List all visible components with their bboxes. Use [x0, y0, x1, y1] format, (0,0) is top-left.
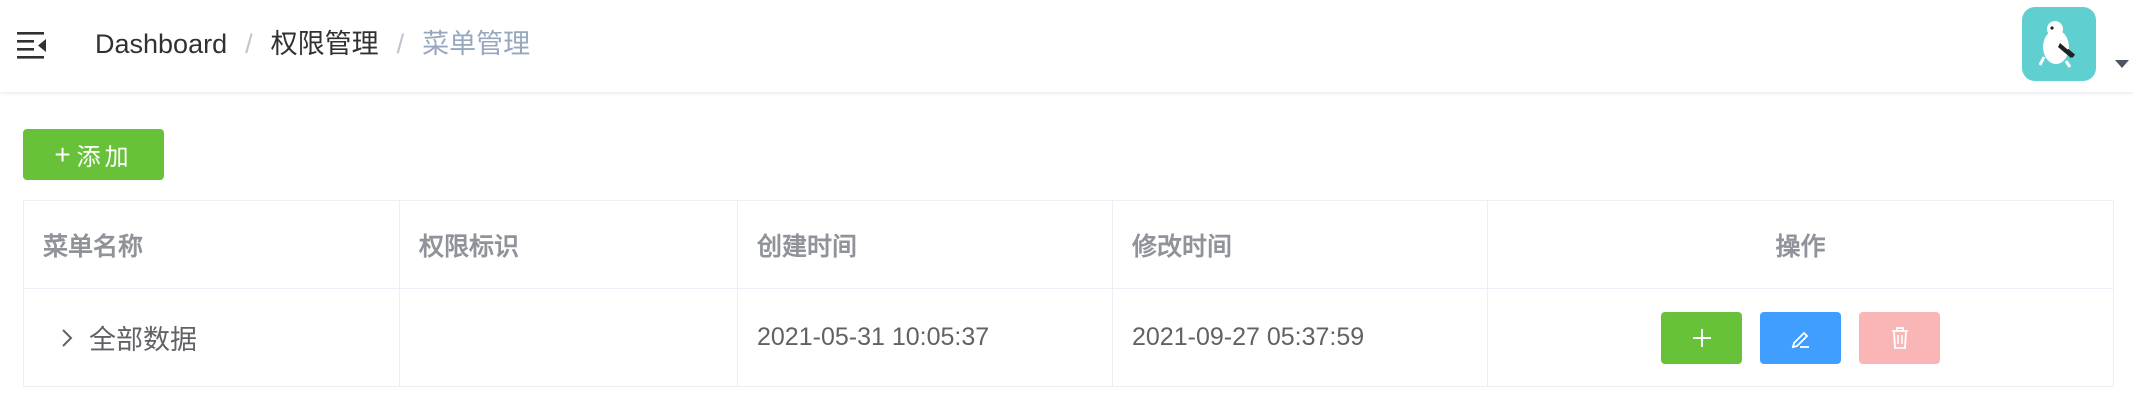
plus-icon [1692, 328, 1711, 347]
navbar: Dashboard / 权限管理 / 菜单管理 [0, 0, 2134, 92]
breadcrumb-item-dashboard[interactable]: Dashboard [95, 27, 227, 61]
table-row: 全部数据 2021-05-31 10:05:37 2021-09-27 05:3… [24, 289, 2113, 386]
cell-permission [400, 289, 738, 386]
column-header-created: 创建时间 [738, 201, 1113, 288]
cell-created: 2021-05-31 10:05:37 [738, 289, 1113, 386]
column-header-name: 菜单名称 [24, 201, 400, 288]
table-header-row: 菜单名称 权限标识 创建时间 修改时间 操作 [24, 201, 2113, 289]
column-header-permission: 权限标识 [400, 201, 738, 288]
column-header-actions: 操作 [1775, 232, 1826, 261]
cell-modified: 2021-09-27 05:37:59 [1113, 289, 1488, 386]
delete-icon [1891, 326, 1908, 349]
column-header-modified: 修改时间 [1113, 201, 1488, 288]
breadcrumb-separator: / [245, 29, 253, 59]
breadcrumb-item-current: 菜单管理 [422, 29, 531, 59]
add-button-label: 添加 [76, 144, 133, 171]
breadcrumb: Dashboard / 权限管理 / 菜单管理 [95, 27, 530, 61]
cell-name: 全部数据 [24, 289, 400, 386]
caret-down-icon[interactable] [2115, 60, 2129, 68]
avatar[interactable] [2022, 7, 2096, 81]
row-add-button[interactable] [1661, 311, 1742, 364]
breadcrumb-item-permission[interactable]: 权限管理 [271, 27, 379, 61]
menu-table: 菜单名称 权限标识 创建时间 修改时间 操作 全部数据 2021-05-31 1… [23, 200, 2114, 387]
edit-icon [1791, 331, 1809, 348]
plus-icon: + [54, 138, 71, 170]
add-button[interactable]: + 添加 [23, 129, 164, 180]
row-edit-button[interactable] [1760, 311, 1841, 364]
chevron-right-icon[interactable] [55, 326, 79, 350]
row-delete-button[interactable] [1859, 311, 1940, 364]
hamburger-icon[interactable] [16, 28, 50, 60]
menu-name: 全部数据 [89, 325, 197, 355]
cell-actions [1488, 289, 2113, 386]
breadcrumb-separator: / [396, 29, 405, 59]
